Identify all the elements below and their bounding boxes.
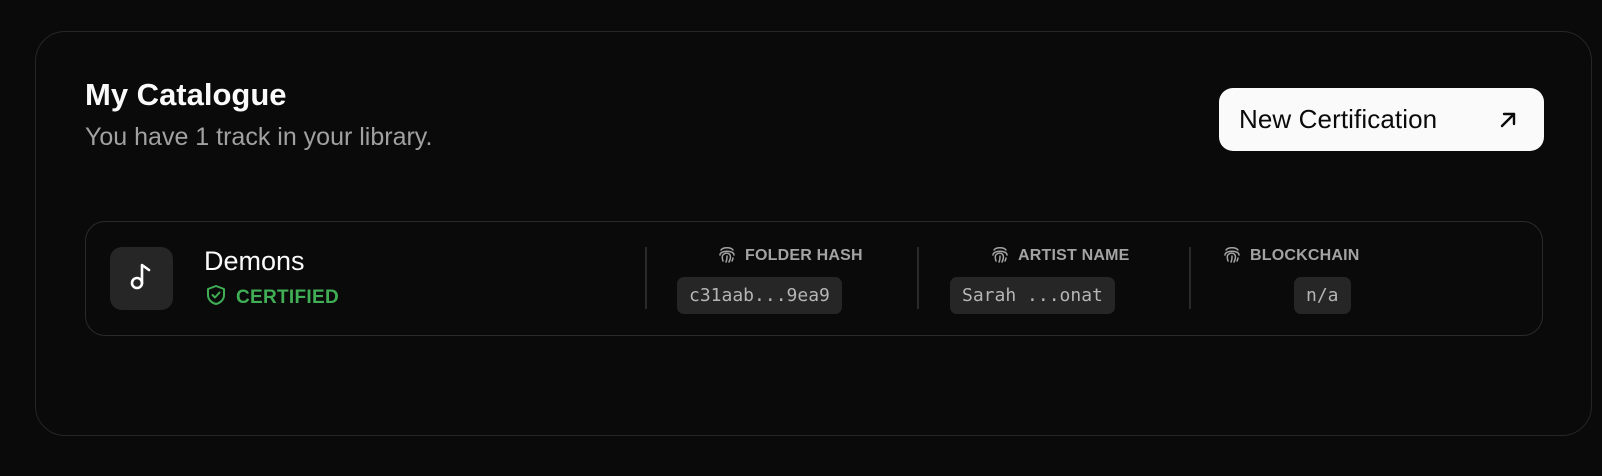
blockchain-column: BLOCKCHAIN n/a — [1222, 244, 1360, 314]
folder-hash-column: FOLDER HASH c31aab...9ea9 — [677, 244, 863, 314]
track-title[interactable]: Demons — [204, 244, 305, 278]
artist-name-value[interactable]: Sarah ...onat — [950, 277, 1115, 314]
catalogue-card: My Catalogue You have 1 track in your li… — [35, 31, 1592, 436]
folder-hash-header: FOLDER HASH — [677, 244, 863, 268]
column-divider — [645, 247, 647, 309]
library-count-text: You have 1 track in your library. — [85, 123, 433, 151]
fingerprint-icon — [1222, 244, 1242, 269]
folder-hash-value[interactable]: c31aab...9ea9 — [677, 277, 842, 314]
track-thumbnail — [110, 247, 173, 310]
arrow-up-right-icon — [1496, 108, 1520, 132]
column-divider — [917, 247, 919, 309]
new-certification-button[interactable]: New Certification — [1219, 88, 1544, 151]
catalogue-header: My Catalogue You have 1 track in your li… — [85, 76, 432, 154]
page-title: My Catalogue — [85, 77, 287, 112]
status-label: CERTIFIED — [236, 287, 339, 308]
track-row[interactable]: Demons CERTIFIED FOLDER HASH c31aab...9e… — [85, 221, 1543, 336]
fingerprint-icon — [717, 244, 737, 269]
column-divider — [1189, 247, 1191, 309]
music-note-icon — [128, 261, 156, 296]
shield-check-icon — [206, 284, 226, 312]
new-certification-label: New Certification — [1239, 104, 1438, 134]
artist-name-column: ARTIST NAME Sarah ...onat — [950, 244, 1130, 314]
fingerprint-icon — [990, 244, 1010, 269]
folder-hash-label: FOLDER HASH — [745, 247, 863, 264]
blockchain-value-wrap: n/a — [1222, 268, 1360, 314]
artist-name-header: ARTIST NAME — [950, 244, 1130, 268]
status-badge: CERTIFIED — [206, 284, 339, 312]
blockchain-label: BLOCKCHAIN — [1250, 247, 1360, 264]
blockchain-header: BLOCKCHAIN — [1222, 244, 1360, 268]
blockchain-value[interactable]: n/a — [1294, 277, 1351, 314]
artist-name-label: ARTIST NAME — [1018, 247, 1130, 264]
